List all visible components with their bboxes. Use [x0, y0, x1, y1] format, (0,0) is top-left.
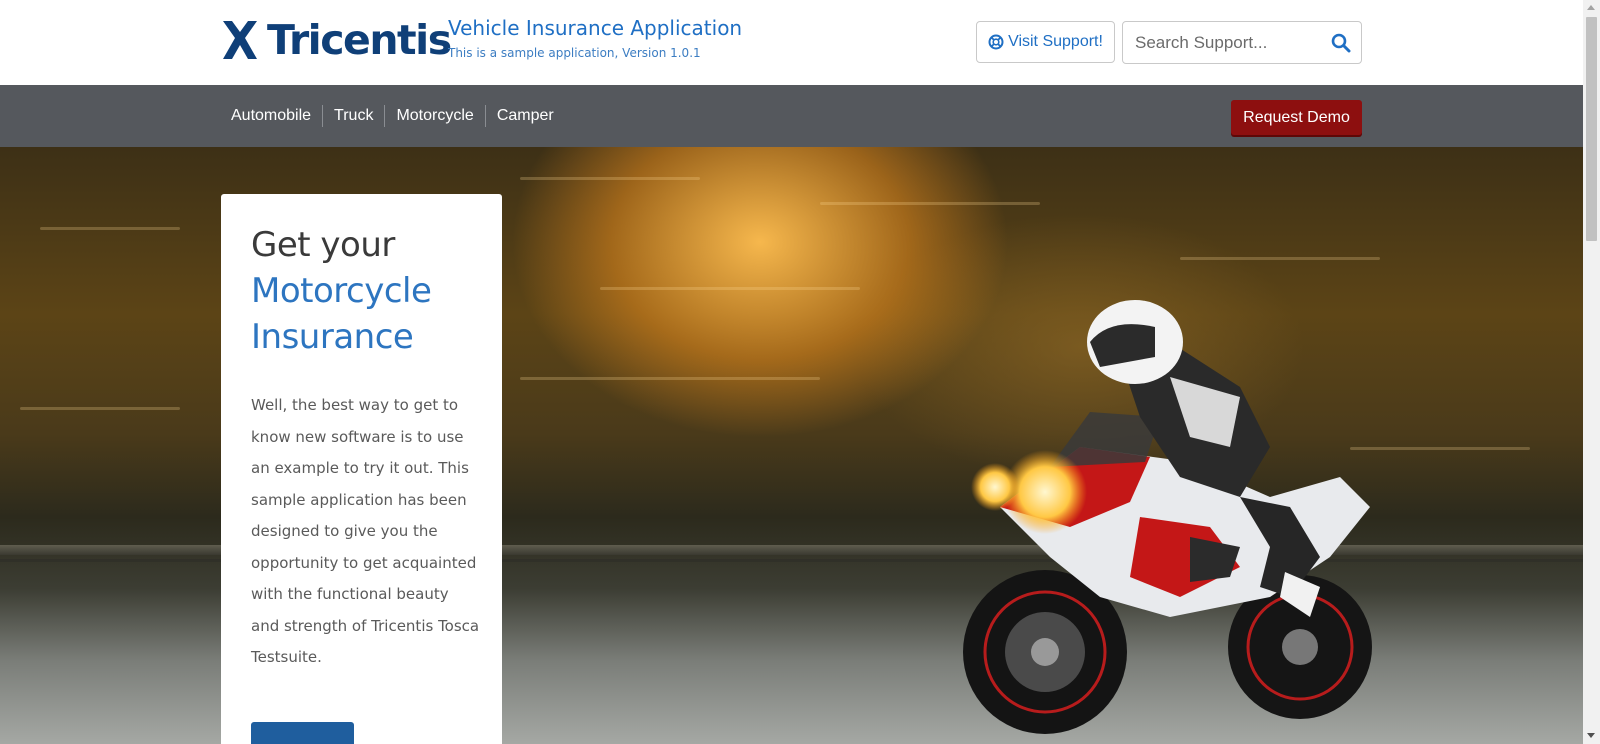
- scrollbar-thumb[interactable]: [1586, 17, 1597, 241]
- vertical-scrollbar[interactable]: [1583, 0, 1600, 744]
- logo-text: Tricentis: [267, 16, 452, 64]
- visit-support-button[interactable]: Visit Support!: [976, 21, 1115, 63]
- nav-item-automobile[interactable]: Automobile: [221, 105, 322, 127]
- hero-description: Well, the best way to get to know new so…: [251, 396, 480, 666]
- hero-title: Get your Motorcycle Insurance: [251, 222, 491, 360]
- page: Tricentis Vehicle Insurance Application …: [0, 0, 1583, 744]
- motion-streak: [520, 377, 820, 380]
- motion-streak: [20, 407, 180, 410]
- nav-items: Automobile Truck Motorcycle Camper: [221, 85, 565, 147]
- visit-support-label: Visit Support!: [1008, 33, 1103, 50]
- motorcycle-rider-image: [963, 300, 1372, 734]
- tricentis-x-logo-icon: [223, 21, 257, 59]
- hero-title-highlight-1: Motorcycle: [251, 271, 432, 311]
- hero-title-highlight-2: Insurance: [251, 317, 414, 357]
- motion-streak: [820, 202, 1040, 205]
- scroll-down-arrow-icon[interactable]: [1587, 733, 1595, 738]
- search-input[interactable]: [1133, 30, 1327, 56]
- hero-cta-button[interactable]: [251, 722, 354, 744]
- motion-streak: [40, 227, 180, 230]
- scroll-up-arrow-icon[interactable]: [1587, 5, 1595, 10]
- search-box: [1122, 21, 1362, 64]
- nav-item-truck[interactable]: Truck: [323, 105, 384, 127]
- motion-streak: [520, 177, 700, 180]
- search-icon[interactable]: [1331, 33, 1351, 53]
- lifebuoy-icon: [988, 34, 1004, 50]
- request-demo-button[interactable]: Request Demo: [1231, 100, 1362, 135]
- hero-banner: Get your Motorcycle Insurance Well, the …: [0, 147, 1583, 744]
- app-subtitle: This is a sample application, Version 1.…: [448, 46, 701, 60]
- hero-card: Get your Motorcycle Insurance Well, the …: [221, 194, 502, 744]
- site-header: Tricentis Vehicle Insurance Application …: [0, 0, 1583, 85]
- motion-streak: [600, 287, 860, 290]
- hero-title-line1: Get your: [251, 225, 395, 265]
- main-nav: Automobile Truck Motorcycle Camper Reque…: [0, 85, 1583, 147]
- tricentis-logo[interactable]: Tricentis: [221, 16, 452, 64]
- nav-item-motorcycle[interactable]: Motorcycle: [385, 105, 484, 127]
- app-title[interactable]: Vehicle Insurance Application: [448, 16, 742, 40]
- motion-streak: [1180, 257, 1380, 260]
- nav-item-camper[interactable]: Camper: [486, 105, 565, 127]
